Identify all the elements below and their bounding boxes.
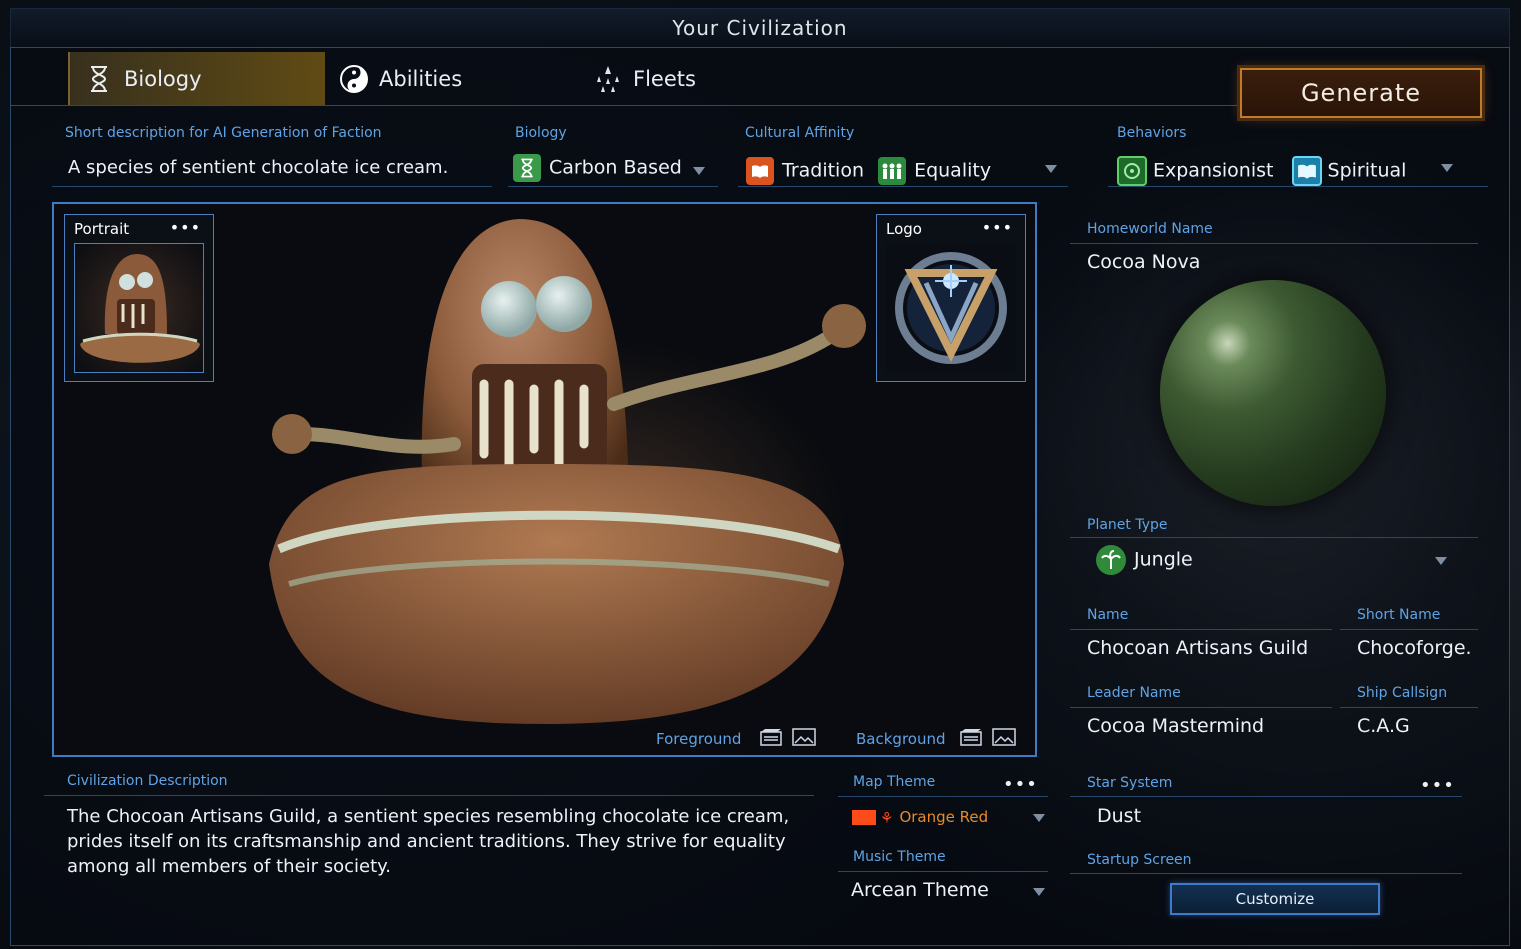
divider [52, 186, 492, 187]
short-name-label: Short Name [1357, 607, 1441, 623]
behaviors-label: Behaviors [1117, 125, 1187, 141]
short-description-label: Short description for AI Generation of F… [65, 125, 382, 141]
ship-callsign-input[interactable]: C.A.G [1357, 715, 1410, 737]
star-system-menu-button[interactable]: ••• [1420, 775, 1455, 796]
portrait-image [74, 243, 204, 373]
divider [1070, 707, 1332, 708]
palm-tree-icon [1096, 545, 1126, 575]
short-name-input[interactable]: Chocoforge. [1357, 637, 1472, 659]
chevron-down-icon[interactable] [1045, 165, 1057, 173]
film-icon[interactable] [760, 728, 782, 750]
divider [1340, 629, 1478, 630]
expansionist-value: Expansionist [1153, 159, 1274, 182]
faction-image-panel: Portrait ••• Logo ••• Foreground Backgro… [52, 202, 1037, 757]
star-system-label: Star System [1087, 775, 1173, 791]
logo-image [886, 243, 1016, 373]
planet-type-value: Jungle [1134, 548, 1193, 571]
dna-hourglass-icon [513, 154, 541, 182]
biology-label: Biology [515, 125, 567, 141]
dna-hourglass-icon [84, 64, 114, 94]
chevron-down-icon[interactable] [1033, 888, 1045, 896]
portrait-title: Portrait [74, 220, 130, 238]
civ-description-text[interactable]: The Chocoan Artisans Guild, a sentient s… [67, 804, 807, 879]
divider [1070, 537, 1478, 538]
equality-value: Equality [914, 159, 992, 182]
book-icon [746, 157, 774, 185]
film-icon[interactable] [960, 728, 982, 750]
name-input[interactable]: Chocoan Artisans Guild [1087, 637, 1308, 659]
divider [1070, 873, 1462, 874]
music-theme-select[interactable]: Arcean Theme [851, 879, 989, 901]
divider [738, 186, 1068, 187]
logo-card[interactable]: Logo ••• [876, 214, 1026, 382]
startup-screen-label: Startup Screen [1087, 852, 1192, 868]
homeworld-input[interactable]: Cocoa Nova [1087, 251, 1200, 273]
window-title: Your Civilization [10, 8, 1510, 48]
civ-description-label: Civilization Description [67, 773, 228, 789]
tab-biology[interactable]: Biology [68, 52, 325, 106]
chevron-down-icon[interactable] [1441, 164, 1453, 172]
color-swatch [852, 810, 876, 825]
planet-type-select[interactable]: Jungle [1096, 545, 1193, 575]
star-system-input[interactable]: Dust [1097, 805, 1141, 827]
image-icon[interactable] [992, 728, 1016, 750]
divider [508, 186, 718, 187]
background-label: Background [856, 730, 946, 748]
biology-select[interactable]: Carbon Based [513, 154, 682, 182]
divider [44, 795, 814, 796]
cultural-affinity-label: Cultural Affinity [745, 125, 855, 141]
homeworld-label: Homeworld Name [1087, 221, 1213, 237]
divider [1340, 707, 1478, 708]
map-theme-value: Orange Red [899, 808, 989, 826]
planet-image [1160, 280, 1386, 506]
divider [1070, 629, 1332, 630]
leader-name-label: Leader Name [1087, 685, 1181, 701]
short-description-input[interactable]: A species of sentient chocolate ice crea… [68, 157, 448, 178]
foreground-label: Foreground [656, 730, 742, 748]
leader-name-input[interactable]: Cocoa Mastermind [1087, 715, 1264, 737]
portrait-card[interactable]: Portrait ••• [64, 214, 214, 382]
logo-menu-button[interactable]: ••• [982, 218, 1013, 237]
map-theme-label: Map Theme [853, 774, 936, 790]
fleet-ships-icon [593, 64, 623, 94]
spiritual-value: Spiritual [1327, 159, 1407, 182]
dragon-icon: ⚘ [880, 808, 894, 827]
portrait-menu-button[interactable]: ••• [170, 218, 201, 237]
planet-type-label: Planet Type [1087, 517, 1168, 533]
map-theme-menu-button[interactable]: ••• [1003, 774, 1038, 795]
behaviors-select[interactable]: Expansionist Spiritual [1117, 156, 1406, 186]
divider [1108, 186, 1488, 187]
image-icon[interactable] [792, 728, 816, 750]
people-icon [878, 157, 907, 185]
customize-button[interactable]: Customize [1170, 883, 1380, 915]
map-theme-select[interactable]: ⚘ Orange Red [852, 808, 988, 827]
chevron-down-icon[interactable] [1435, 557, 1447, 565]
cultural-affinity-select[interactable]: Tradition Equality [746, 157, 991, 185]
tab-fleets[interactable]: Fleets [325, 52, 696, 106]
chevron-down-icon[interactable] [693, 167, 705, 175]
divider [1070, 796, 1462, 797]
tradition-value: Tradition [782, 159, 865, 182]
biology-value: Carbon Based [549, 156, 682, 179]
generate-button[interactable]: Generate [1240, 68, 1482, 118]
chevron-down-icon[interactable] [1033, 814, 1045, 822]
tab-label: Biology [124, 67, 202, 91]
divider [838, 796, 1048, 797]
tab-divider [10, 105, 1240, 106]
divider [1070, 243, 1478, 244]
tab-bar: Biology Abilities Fleets [68, 52, 696, 106]
open-book-icon [1291, 156, 1322, 186]
name-label: Name [1087, 607, 1129, 623]
divider [838, 871, 1048, 872]
music-theme-label: Music Theme [853, 849, 946, 865]
tab-label: Fleets [633, 67, 696, 91]
logo-title: Logo [886, 220, 922, 238]
expansion-icon [1117, 156, 1147, 186]
ship-callsign-label: Ship Callsign [1357, 685, 1448, 701]
